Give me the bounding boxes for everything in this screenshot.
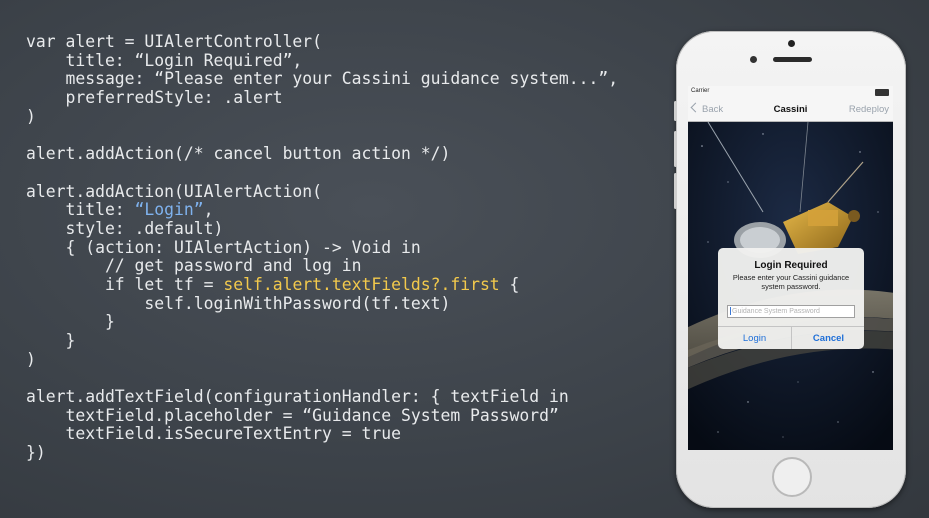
code-highlight: “Login” (134, 200, 204, 220)
code-line: self.loginWithPassword(tf.text) (26, 293, 618, 314)
code-line: title: “Login Required”, (26, 50, 618, 71)
volume-up-button (674, 131, 677, 167)
login-button[interactable]: Login (718, 327, 791, 349)
navigation-bar: Back Cassini Redeploy (688, 97, 893, 122)
code-token: textField.placeholder = “Guidance System… (26, 405, 559, 425)
home-button[interactable] (772, 457, 812, 497)
code-line: alert.addTextField(configurationHandler:… (26, 387, 618, 407)
code-line: } (26, 312, 618, 332)
code-token: { (499, 274, 520, 294)
code-token: { (action: UIAlertAction) -> Void in (26, 237, 421, 257)
password-field[interactable]: Guidance System Password (727, 305, 855, 318)
code-line: ) (26, 349, 618, 370)
code-line: { (action: UIAlertAction) -> Void in (26, 237, 618, 258)
iphone-mockup: Carrier Back Cassini Redeploy Login Requ… (674, 31, 906, 508)
status-bar: Carrier (688, 86, 893, 97)
mute-switch (674, 101, 677, 121)
alert-message: Please enter your Cassini guidance syste… (732, 273, 850, 291)
earpiece-speaker (773, 57, 812, 62)
code-token: style: .default) (26, 218, 224, 238)
code-line: var alert = UIAlertController( (26, 32, 618, 52)
alert-title: Login Required (754, 260, 828, 271)
code-token: } (26, 312, 115, 332)
code-token: // get password and log in (26, 256, 362, 276)
front-camera-icon (788, 40, 795, 47)
code-line: preferredStyle: .alert (26, 88, 618, 108)
text-caret (730, 307, 731, 316)
code-token: preferredStyle: .alert (26, 88, 283, 108)
code-token: title: “Login Required”, (26, 50, 303, 70)
code-block: var alert = UIAlertController( title: “L… (26, 32, 618, 463)
code-token: ) (26, 349, 36, 369)
code-line: }) (26, 443, 618, 463)
code-line: style: .default) (26, 218, 618, 239)
code-token: if let tf = (26, 274, 224, 294)
code-token: alert.addAction(/* cancel button action … (26, 144, 451, 164)
login-alert-dialog: Login Required Please enter your Cassini… (718, 248, 864, 349)
code-line: ) (26, 106, 618, 127)
phone-screen: Carrier Back Cassini Redeploy Login Requ… (688, 86, 893, 450)
code-highlight: self.alert.textFields?.first (223, 274, 500, 294)
code-line: // get password and log in (26, 256, 618, 276)
battery-icon (875, 89, 889, 96)
code-token: }) (26, 443, 46, 463)
alert-actions: Login Cancel (718, 326, 864, 349)
cancel-button[interactable]: Cancel (791, 327, 864, 349)
code-token: message: “Please enter your Cassini guid… (26, 69, 619, 89)
code-line: alert.addAction(/* cancel button action … (26, 144, 618, 164)
redeploy-button[interactable]: Redeploy (849, 104, 889, 115)
password-placeholder: Guidance System Password (732, 308, 820, 315)
code-token: textField.isSecureTextEntry = true (26, 424, 401, 444)
volume-down-button (674, 173, 677, 209)
code-line: title: “Login”, (26, 200, 618, 220)
proximity-sensor (750, 56, 757, 63)
carrier-label: Carrier (691, 88, 710, 94)
code-token: , (203, 200, 214, 220)
code-line: alert.addAction(UIAlertAction( (26, 181, 618, 202)
code-line: message: “Please enter your Cassini guid… (26, 70, 618, 89)
code-token: title: (26, 200, 135, 220)
code-token: ) (26, 106, 36, 126)
code-token: } (26, 331, 76, 350)
code-token: alert.addTextField(configurationHandler:… (26, 387, 569, 407)
code-token: var alert = UIAlertController( (26, 32, 323, 51)
code-token: self.loginWithPassword(tf.text) (26, 293, 451, 313)
code-line: } (26, 331, 618, 351)
code-line: if let tf = self.alert.textFields?.first… (26, 274, 618, 295)
code-line: textField.isSecureTextEntry = true (26, 425, 618, 444)
code-line: textField.placeholder = “Guidance System… (26, 405, 618, 426)
code-token: alert.addAction(UIAlertAction( (26, 181, 323, 201)
